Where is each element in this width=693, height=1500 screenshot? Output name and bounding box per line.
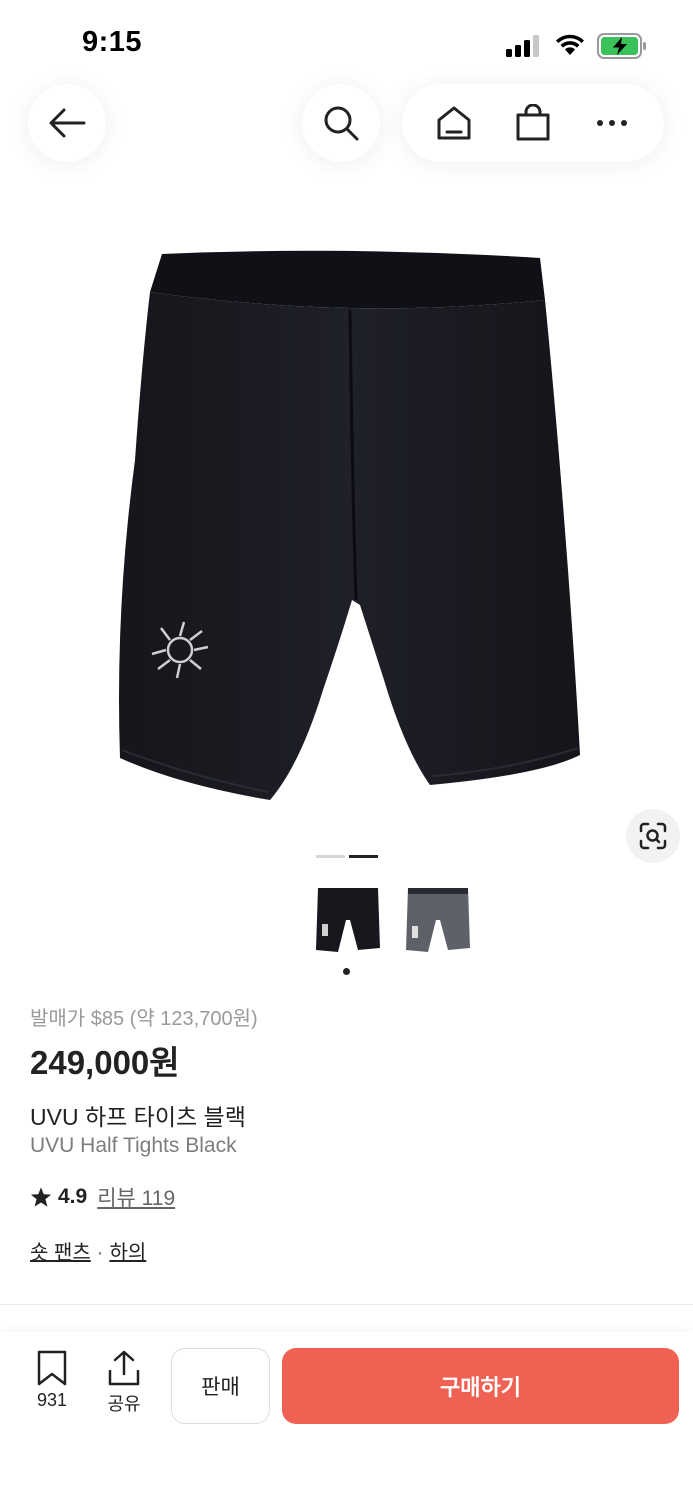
rating-row: 4.9 리뷰 119: [30, 1182, 175, 1212]
thumbnail-strip: [312, 884, 472, 960]
thumbnail-grey[interactable]: [402, 884, 474, 958]
home-button[interactable]: [431, 100, 477, 146]
product-name-korean: UVU 하프 타이츠 블랙: [30, 1104, 246, 1130]
search-icon: [324, 106, 359, 141]
category-link-bottoms[interactable]: 하의: [109, 1242, 146, 1264]
pager-segment-active: [349, 855, 378, 858]
save-button[interactable]: 931: [22, 1350, 82, 1411]
reviews-link[interactable]: 리뷰 119: [97, 1182, 175, 1212]
section-divider: [0, 1304, 693, 1305]
share-label: 공유: [107, 1394, 141, 1414]
wifi-icon: [556, 34, 584, 55]
more-horizontal-icon: [597, 120, 628, 126]
shopping-bag-icon: [516, 104, 550, 141]
rating-score: 4.9: [58, 1185, 88, 1208]
pager-segment: [316, 855, 345, 858]
top-actions-group: [402, 84, 664, 162]
bookmark-icon: [37, 1350, 67, 1386]
more-button[interactable]: [589, 100, 635, 146]
image-search-button[interactable]: [626, 809, 680, 863]
home-icon: [437, 106, 471, 140]
status-time: 9:15: [82, 26, 143, 58]
product-name-english: UVU Half Tights Black: [30, 1134, 237, 1157]
category-separator: ·: [96, 1242, 104, 1264]
buy-button[interactable]: 구매하기: [282, 1348, 679, 1424]
thumbnail-black[interactable]: [312, 884, 384, 958]
share-button[interactable]: 공유: [94, 1350, 154, 1416]
star-icon: [30, 1187, 52, 1207]
lens-scan-icon: [639, 822, 667, 850]
category-breadcrumb: 숏 팬츠 · 하의: [30, 1236, 146, 1265]
product-price: 249,000원: [30, 1044, 180, 1081]
share-icon: [108, 1350, 140, 1386]
cellular-signal-icon: [506, 35, 539, 57]
battery-charging-icon: [597, 33, 646, 59]
save-count: 931: [36, 1390, 68, 1410]
bottom-action-bar: 931 공유 판매 구매하기: [0, 1332, 693, 1500]
thumbnail-selected-dot: [343, 968, 350, 975]
shopping-bag-button[interactable]: [510, 100, 556, 146]
status-bar: 9:15: [0, 0, 693, 80]
arrow-left-icon: [49, 108, 86, 138]
search-button[interactable]: [302, 84, 380, 162]
release-price: 발매가 $85 (약 123,700원): [30, 1008, 258, 1030]
sell-button[interactable]: 판매: [171, 1348, 270, 1424]
back-button[interactable]: [28, 84, 106, 162]
category-link-shorts[interactable]: 숏 팬츠: [30, 1242, 91, 1264]
product-image[interactable]: [0, 210, 693, 830]
image-pager: [316, 855, 378, 858]
